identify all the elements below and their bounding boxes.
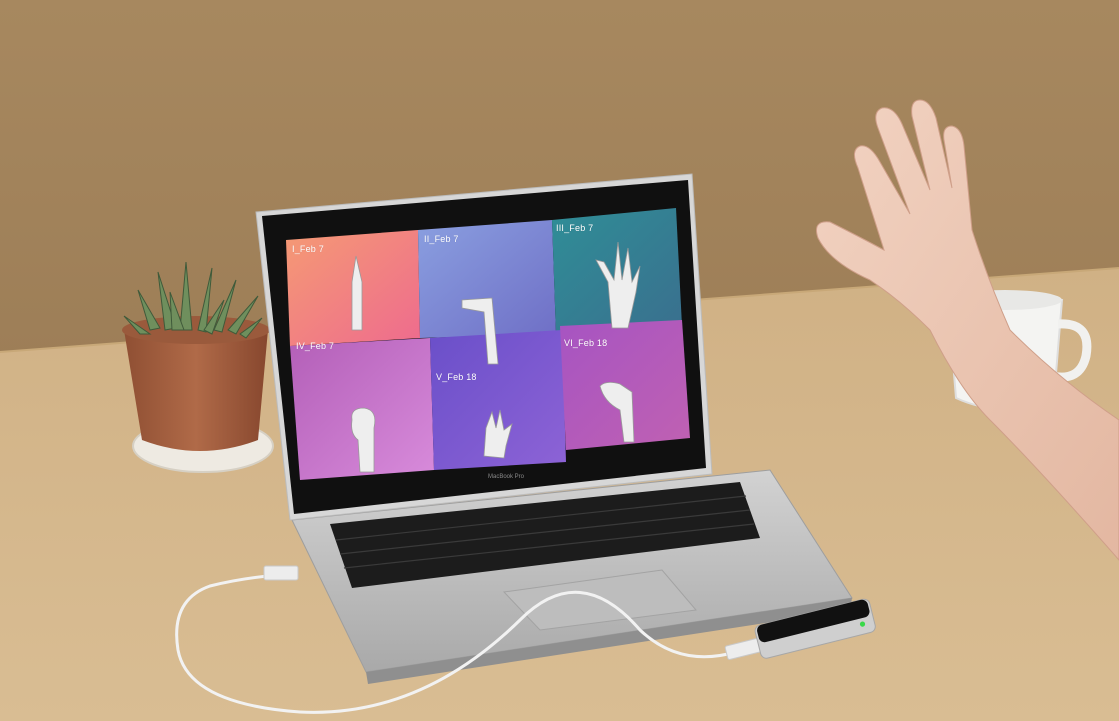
tile-label-5: V_Feb 18 — [436, 372, 477, 382]
tile-label-1: I_Feb 7 — [292, 244, 324, 254]
laptop-brand-label: MacBook Pro — [487, 474, 524, 480]
tile-label-4: IV_Feb 7 — [296, 341, 335, 351]
tile-label-3: III_Feb 7 — [556, 223, 594, 233]
tile-label-2: II_Feb 7 — [424, 234, 459, 244]
tile-label-6: VI_Feb 18 — [564, 338, 608, 348]
laptop-screen: I_Feb 7 II_Feb 7 III_Feb 7 IV_Feb 7 V_Fe… — [0, 0, 1119, 721]
